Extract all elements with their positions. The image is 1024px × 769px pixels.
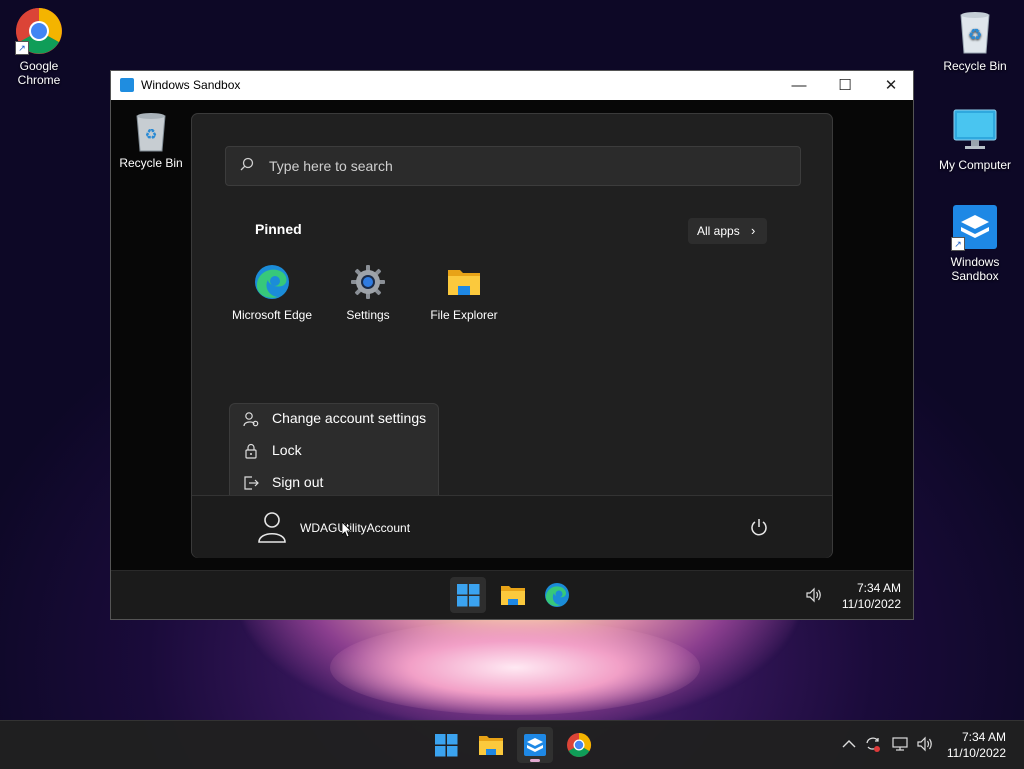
sandbox-desktop: ♻ Recycle Bin Type here to search Pinned… <box>111 100 913 619</box>
desktop-icon-windows-sandbox[interactable]: ↗ Windows Sandbox <box>937 203 1013 283</box>
folder-icon <box>446 264 482 300</box>
folder-icon <box>501 586 525 605</box>
mouse-cursor-icon <box>342 522 352 538</box>
icon-label: My Computer <box>938 158 1012 172</box>
chevron-right-icon: › <box>751 223 756 238</box>
power-icon[interactable] <box>749 517 769 537</box>
search-icon <box>240 157 254 171</box>
shortcut-arrow-icon: ↗ <box>15 41 29 55</box>
icon-label: Recycle Bin <box>119 156 183 170</box>
wallpaper-glow-core <box>330 620 700 715</box>
sandbox-recycle-bin[interactable]: ♻ Recycle Bin <box>115 110 187 170</box>
clock-date: 11/10/2022 <box>946 746 1006 760</box>
svg-text:♻: ♻ <box>968 25 982 44</box>
all-apps-label: All apps <box>697 224 740 238</box>
window-title: Windows Sandbox <box>141 78 241 92</box>
sync-update-icon[interactable] <box>864 735 882 753</box>
desktop-icon-google-chrome[interactable]: ↗ Google Chrome <box>1 7 77 87</box>
user-account-name[interactable]: WDAGUtilityAccount <box>300 521 410 535</box>
desktop-icon-my-computer[interactable]: My Computer <box>937 106 1013 172</box>
network-icon[interactable] <box>891 735 909 753</box>
start-menu: Type here to search Pinned All apps › Mi… <box>191 113 833 558</box>
show-hidden-icons-chevron-icon[interactable] <box>840 735 858 753</box>
pinned-app-file-explorer[interactable]: File Explorer <box>416 264 512 322</box>
close-button[interactable]: ✕ <box>868 71 914 100</box>
minimize-button[interactable]: — <box>776 71 822 100</box>
edge-icon <box>254 264 290 300</box>
windows-sandbox-icon <box>120 78 134 92</box>
window-titlebar[interactable]: Windows Sandbox — ☐ ✕ <box>111 71 913 100</box>
sign-out-icon <box>244 476 259 490</box>
account-menu: Change account settings Lock Sign out <box>229 403 439 501</box>
icon-label: Windows <box>950 255 1000 269</box>
menu-item-label: Change account settings <box>272 410 427 426</box>
windows-sandbox-window: Windows Sandbox — ☐ ✕ ♻ Recycle Bin Type… <box>110 70 914 620</box>
menu-item-lock[interactable]: Lock <box>230 436 438 466</box>
windows-logo-icon <box>457 584 480 607</box>
all-apps-button[interactable]: All apps › <box>688 218 767 244</box>
lock-icon <box>245 443 257 459</box>
search-placeholder: Type here to search <box>269 158 393 174</box>
active-app-indicator <box>530 759 540 762</box>
windows-sandbox-icon: ↗ <box>951 203 999 251</box>
clock-time: 7:34 AM <box>961 730 1006 744</box>
pinned-app-settings[interactable]: Settings <box>320 264 416 322</box>
recycle-bin-icon: ♻ <box>951 7 999 55</box>
start-button[interactable] <box>450 577 486 613</box>
icon-label: Chrome <box>17 73 61 87</box>
sandbox-clock[interactable]: 7:34 AM 11/10/2022 <box>831 580 901 612</box>
pinned-app-label: Microsoft Edge <box>231 308 313 322</box>
folder-icon <box>479 736 503 755</box>
chrome-icon <box>567 733 592 758</box>
menu-item-label: Sign out <box>272 474 324 490</box>
pinned-heading: Pinned <box>255 221 302 237</box>
icon-label: Recycle Bin <box>943 59 1007 73</box>
volume-icon[interactable] <box>805 586 823 604</box>
icon-label: Google <box>19 59 59 73</box>
svg-text:♻: ♻ <box>145 127 158 143</box>
taskbar-google-chrome[interactable] <box>561 727 597 763</box>
menu-item-label: Lock <box>272 442 302 458</box>
taskbar-windows-sandbox[interactable] <box>517 727 553 763</box>
recycle-bin-icon: ♻ <box>131 110 171 152</box>
clock-date: 11/10/2022 <box>841 597 901 611</box>
pinned-app-microsoft-edge[interactable]: Microsoft Edge <box>224 264 320 322</box>
host-taskbar: 7:34 AM 11/10/2022 <box>0 720 1024 769</box>
edge-icon <box>545 583 569 607</box>
menu-item-change-account-settings[interactable]: Change account settings <box>230 404 438 434</box>
icon-label: Sandbox <box>951 269 999 283</box>
computer-icon <box>951 106 999 154</box>
windows-sandbox-icon <box>524 734 546 756</box>
settings-gear-icon <box>350 264 386 300</box>
menu-item-sign-out[interactable]: Sign out <box>230 468 438 498</box>
search-box[interactable]: Type here to search <box>225 146 801 186</box>
maximize-button[interactable]: ☐ <box>822 71 868 100</box>
taskbar-file-explorer[interactable] <box>473 727 509 763</box>
windows-logo-icon <box>435 734 458 757</box>
start-button[interactable] <box>428 727 464 763</box>
pinned-app-label: File Explorer <box>430 308 498 322</box>
start-menu-footer: WDAGUtilityAccount <box>192 495 832 558</box>
system-clock[interactable]: 7:34 AM 11/10/2022 <box>930 729 1006 761</box>
account-settings-icon <box>243 412 259 427</box>
taskbar-microsoft-edge[interactable] <box>539 577 575 613</box>
chrome-icon: ↗ <box>15 7 63 55</box>
desktop-icon-recycle-bin[interactable]: ♻ Recycle Bin <box>937 7 1013 73</box>
pinned-app-label: Settings <box>346 308 390 322</box>
sandbox-taskbar: 7:34 AM 11/10/2022 <box>111 570 913 619</box>
taskbar-file-explorer[interactable] <box>495 577 531 613</box>
clock-time: 7:34 AM <box>856 581 901 595</box>
user-avatar-icon[interactable] <box>258 511 286 543</box>
shortcut-arrow-icon: ↗ <box>951 237 965 251</box>
